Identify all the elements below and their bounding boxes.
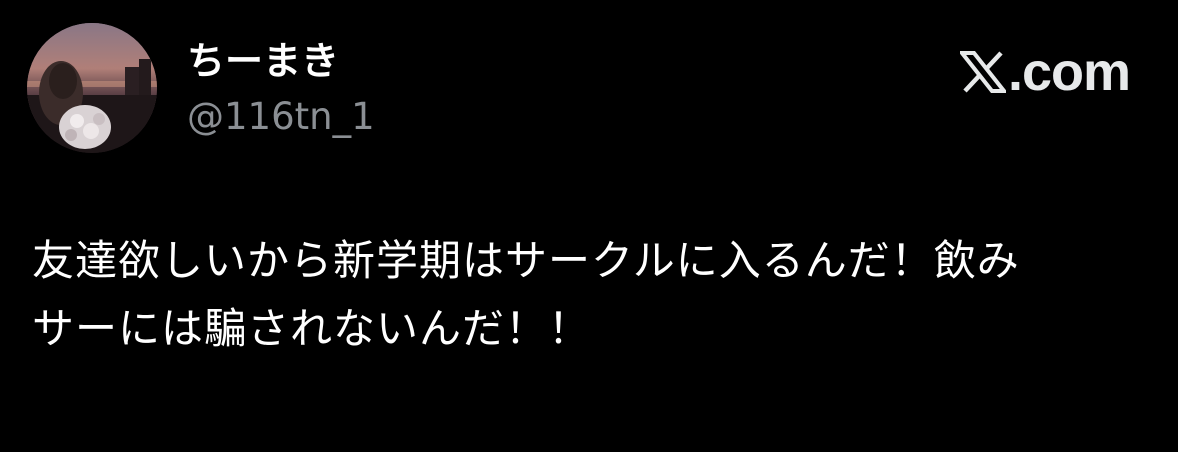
display-name[interactable]: ちーまき bbox=[187, 38, 339, 84]
user-handle[interactable]: @116tn_1 bbox=[187, 94, 375, 140]
brand-watermark: .com bbox=[959, 42, 1131, 102]
brand-domain-text: .com bbox=[1007, 42, 1131, 102]
tweet-text-line: 友達欲しいから新学期はサークルに入るんだ！飲み bbox=[32, 236, 1020, 285]
avatar[interactable] bbox=[27, 23, 157, 153]
x-logo-icon bbox=[959, 51, 1006, 93]
tweet-text-line: サーには騙されないんだ！！ bbox=[32, 304, 592, 353]
avatar-photo bbox=[27, 23, 157, 153]
tweet-text: 友達欲しいから新学期はサークルに入るんだ！飲み サーには騙されないんだ！！ bbox=[32, 227, 1152, 363]
